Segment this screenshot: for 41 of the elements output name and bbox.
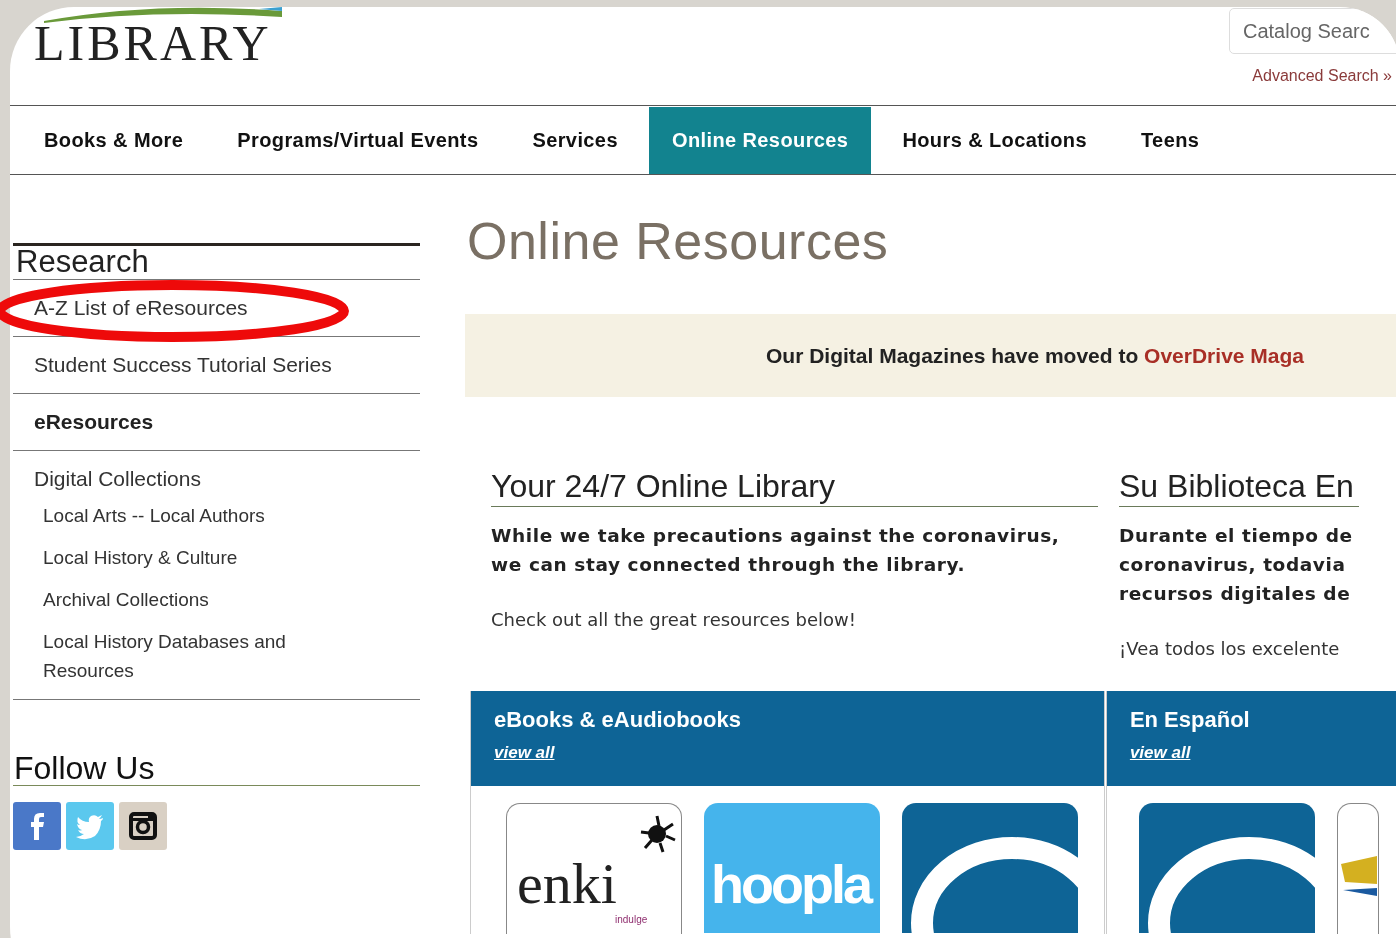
overdrive-link[interactable]: OverDrive Maga bbox=[1144, 343, 1304, 367]
collection-title: eBooks & eAudiobooks bbox=[494, 707, 742, 733]
intro-text-line: Durante el tiempo de bbox=[1119, 524, 1354, 548]
page-title: Online Resources bbox=[467, 211, 890, 271]
app-logo-tile[interactable] bbox=[1336, 803, 1379, 934]
nav-tab[interactable]: Teens bbox=[1118, 107, 1223, 174]
sidebar-link[interactable]: Digital Collections bbox=[34, 464, 420, 493]
nav-tab[interactable]: Hours & Locations bbox=[879, 107, 1110, 174]
camera-icon[interactable] bbox=[119, 802, 167, 850]
sidebar-sublink[interactable]: Local Arts -- Local Authors bbox=[43, 501, 343, 530]
advanced-search-link[interactable]: Advanced Search » bbox=[1252, 67, 1392, 85]
nav-tab[interactable]: Books & More bbox=[21, 107, 207, 174]
app-logo-tile[interactable]: enki indulge bbox=[506, 803, 682, 934]
note-text: ¡Vea todos los excelente bbox=[1119, 638, 1341, 659]
library-logo[interactable]: LIBRARY bbox=[10, 7, 284, 105]
sidebar-sublink[interactable]: Local History & Culture bbox=[43, 543, 343, 572]
app-logo-tile[interactable] bbox=[1138, 803, 1315, 933]
intro-text-line: coronavirus, todavia bbox=[1119, 553, 1347, 577]
facebook-icon[interactable] bbox=[13, 802, 61, 850]
app-logo-tile[interactable] bbox=[902, 803, 1078, 933]
sidebar-link[interactable]: A-Z List of eResources bbox=[34, 293, 420, 322]
sidebar-link[interactable]: eResources bbox=[34, 407, 420, 436]
intro-text-line: recursos digitales de bbox=[1119, 582, 1352, 606]
nav-tab[interactable]: Programs/Virtual Events bbox=[214, 107, 502, 174]
logo-fragment-drawing bbox=[1340, 856, 1377, 897]
section-heading: Your 24/7 Online Library bbox=[491, 466, 1098, 507]
sidebar-sublink[interactable]: Local History Databases and Resources bbox=[43, 627, 343, 685]
collection-title: En Español bbox=[1129, 707, 1251, 733]
nav-tab[interactable]: Services bbox=[509, 107, 641, 174]
view-all-link[interactable]: view all bbox=[1129, 743, 1191, 763]
sidebar-sublink[interactable]: Archival Collections bbox=[43, 585, 343, 614]
sidebar-heading: Research bbox=[13, 246, 420, 280]
search-field[interactable]: Catalog Searc bbox=[1229, 8, 1396, 54]
view-all-link[interactable]: view all bbox=[494, 743, 555, 763]
notice-text: Our Digital Magazines have moved to OverDrive Maga bbox=[766, 343, 1304, 368]
nav-tab[interactable]: Online Resources bbox=[648, 107, 872, 174]
sidebar-link[interactable]: Student Success Tutorial Series bbox=[34, 350, 420, 379]
note-text: Check out all the great resources below! bbox=[491, 609, 858, 630]
section-heading: Su Biblioteca En bbox=[1119, 466, 1359, 507]
follow-heading: Follow Us bbox=[13, 752, 420, 786]
intro-text: While we take precautions against the coronavirus, we can stay connected through the library. bbox=[491, 524, 1061, 577]
